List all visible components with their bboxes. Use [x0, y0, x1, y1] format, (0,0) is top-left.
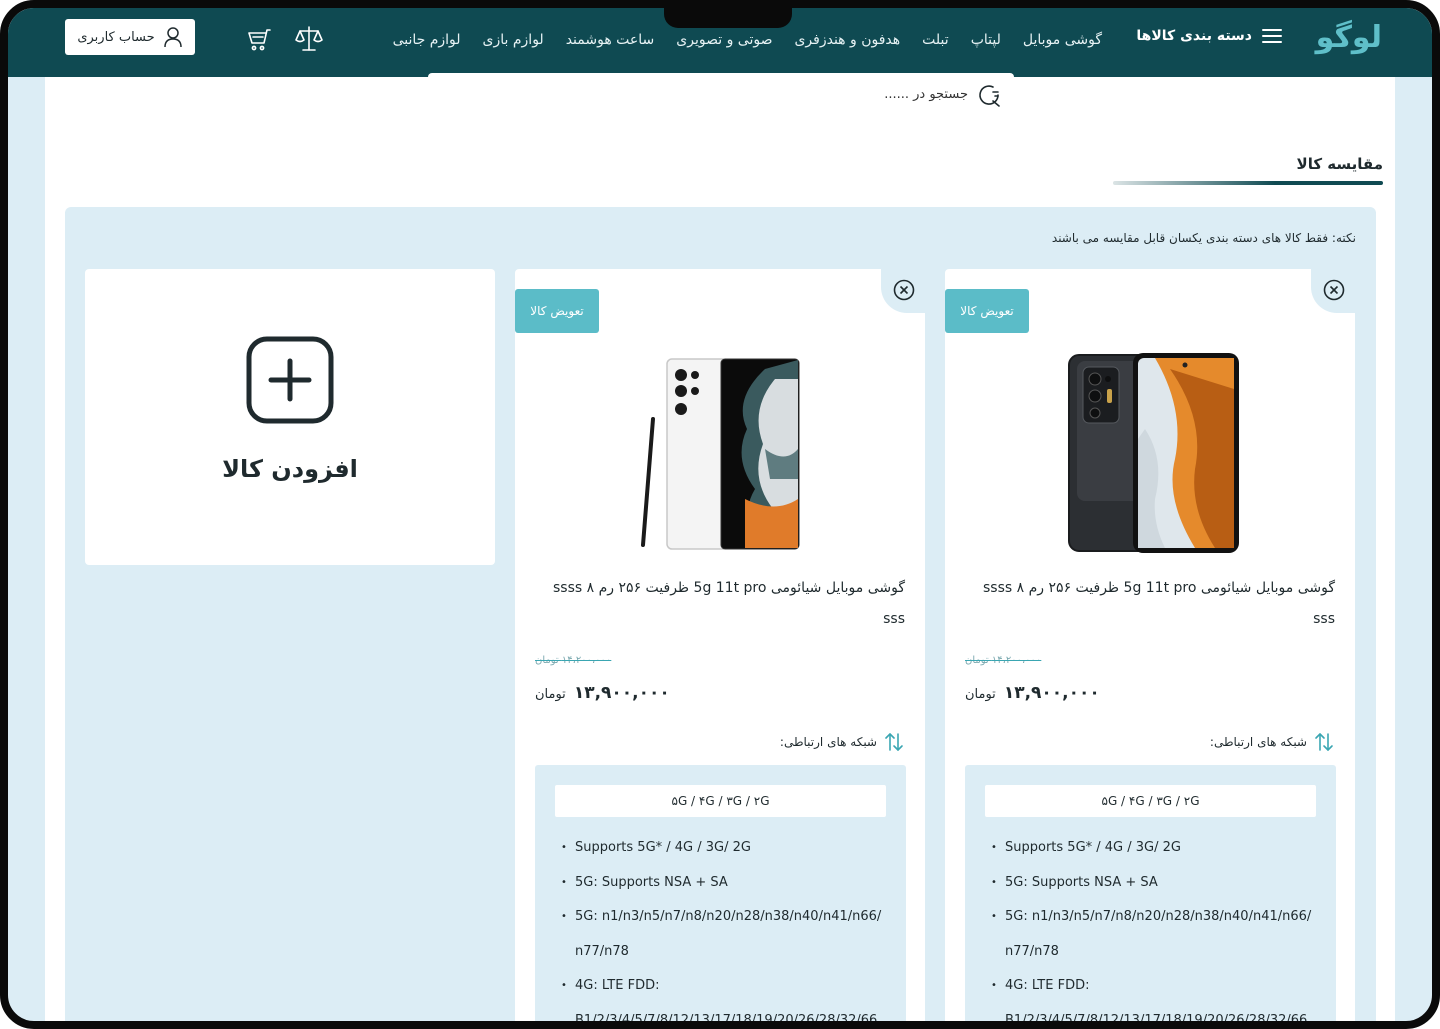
- spec-title: شبکه های ارتباطی:: [779, 735, 877, 749]
- hamburger-icon: [1262, 29, 1282, 43]
- plus-square-icon[interactable]: [245, 335, 335, 425]
- nav-audio-video[interactable]: صوتی و تصویری: [676, 32, 772, 48]
- product-card-1: تعویض کالا گوشی موبایل شیائومی 5g 11t pr…: [945, 269, 1355, 1028]
- nav-laptop[interactable]: لپتاپ: [971, 32, 1001, 48]
- spec-list: Supports 5G* / 4G / 3G/ 2G 5G: Supports …: [561, 831, 881, 1028]
- search-bar: [428, 73, 1014, 116]
- header-icons: [242, 22, 326, 56]
- nav-mobile[interactable]: گوشی موبایل: [1023, 32, 1102, 48]
- nav-accessories[interactable]: لوازم جانبی: [393, 32, 461, 48]
- product-name[interactable]: گوشی موبایل شیائومی 5g 11t pro ظرفیت ۲۵۶…: [535, 573, 905, 635]
- spec-line: Supports 5G* / 4G / 3G/ 2G: [561, 831, 881, 866]
- spec-line: 4G: LTE FDD:: [991, 969, 1311, 1004]
- spec-list: Supports 5G* / 4G / 3G/ 2G 5G: Supports …: [991, 831, 1311, 1028]
- swap-product-button[interactable]: تعویض کالا: [515, 289, 599, 333]
- price-value: ۱۳,۹۰۰,۰۰۰: [1003, 683, 1100, 703]
- old-price: ۱۴،۲۰۰،۰۰۰ تومان: [965, 655, 1042, 666]
- device-frame: لوگو دسته بندی کالاها گوشی موبایل لپتاپ …: [0, 0, 1440, 1029]
- spec-line: n77/n78: [575, 943, 629, 959]
- sort-arrows-icon[interactable]: [1313, 731, 1335, 753]
- close-circle-icon[interactable]: [1323, 279, 1345, 301]
- spec-line: B1/2/3/4/5/7/8/12/13/17/18/19/20/26/28/3…: [575, 1012, 878, 1028]
- spec-heading: شبکه های ارتباطی:: [780, 731, 905, 753]
- spec-line: 5G: n1/n3/n5/n7/n8/n20/n28/n38/n40/n41/n…: [991, 900, 1311, 935]
- add-product-label: افزودن کالا: [222, 455, 358, 483]
- main-nav: گوشی موبایل لپتاپ تبلت هدفون و هندزفری ص…: [393, 32, 1102, 48]
- spec-line: 5G: Supports NSA + SA: [561, 866, 881, 901]
- cart-icon[interactable]: [242, 22, 276, 56]
- spec-line: 4G: LTE FDD:: [561, 969, 881, 1004]
- price-value: ۱۳,۹۰۰,۰۰۰: [573, 683, 670, 703]
- account-button[interactable]: حساب کاربری: [65, 19, 195, 55]
- account-label: حساب کاربری: [77, 29, 155, 45]
- spec-value-tag: ۵G / ۴G / ۳G / ۲G: [555, 785, 886, 817]
- title-underline: [1113, 181, 1383, 185]
- price: ۱۳,۹۰۰,۰۰۰ تومان: [965, 683, 1100, 703]
- search-input[interactable]: [448, 87, 968, 102]
- swap-product-button[interactable]: تعویض کالا: [945, 289, 1029, 333]
- spec-title: شبکه های ارتباطی:: [1209, 735, 1307, 749]
- search-icon[interactable]: [976, 82, 1002, 108]
- compare-panel: نکته: فقط کالا های دسته بندی یکسان قابل …: [65, 207, 1376, 1028]
- nav-gaming[interactable]: لوازم بازی: [483, 32, 544, 48]
- product-image: [1068, 353, 1239, 553]
- product-image: [641, 358, 800, 550]
- page-title: مقایسه کالا: [1296, 155, 1383, 173]
- compare-scale-icon[interactable]: [292, 22, 326, 56]
- spec-line: Supports 5G* / 4G / 3G/ 2G: [991, 831, 1311, 866]
- sort-arrows-icon[interactable]: [883, 731, 905, 753]
- spec-heading: شبکه های ارتباطی:: [1210, 731, 1335, 753]
- add-product-card[interactable]: افزودن کالا: [85, 269, 495, 565]
- spec-box: ۵G / ۴G / ۳G / ۲G Supports 5G* / 4G / 3G…: [965, 765, 1336, 1028]
- categories-label: دسته بندی کالاها: [1136, 28, 1252, 44]
- price-currency: تومان: [965, 687, 996, 702]
- spec-line: B1/2/3/4/5/7/8/12/13/17/18/19/20/26/28/3…: [1005, 1012, 1308, 1028]
- spec-line: 5G: n1/n3/n5/n7/n8/n20/n28/n38/n40/n41/n…: [561, 900, 881, 935]
- price: ۱۳,۹۰۰,۰۰۰ تومان: [535, 683, 670, 703]
- nav-headphones[interactable]: هدفون و هندزفری: [794, 32, 900, 48]
- user-icon: [163, 27, 182, 48]
- old-price: ۱۴،۲۰۰،۰۰۰ تومان: [535, 655, 612, 666]
- close-circle-icon[interactable]: [893, 279, 915, 301]
- spec-line: n77/n78: [1005, 943, 1059, 959]
- spec-box: ۵G / ۴G / ۳G / ۲G Supports 5G* / 4G / 3G…: [535, 765, 906, 1028]
- price-currency: تومان: [535, 687, 566, 702]
- categories-menu[interactable]: دسته بندی کالاها: [1136, 28, 1282, 44]
- page-content: مقایسه کالا نکته: فقط کالا های دسته بندی…: [45, 77, 1395, 1028]
- product-card-2: تعویض کالا گوشی موبایل شیائومی 5g 11t pr…: [515, 269, 925, 1028]
- spec-value-tag: ۵G / ۴G / ۳G / ۲G: [985, 785, 1316, 817]
- nav-smartwatch[interactable]: ساعت هوشمند: [566, 32, 655, 48]
- compare-note: نکته: فقط کالا های دسته بندی یکسان قابل …: [1051, 231, 1356, 245]
- device-notch: [664, 8, 792, 28]
- logo[interactable]: لوگو: [1316, 20, 1382, 55]
- spec-line: 5G: Supports NSA + SA: [991, 866, 1311, 901]
- product-name[interactable]: گوشی موبایل شیائومی 5g 11t pro ظرفیت ۲۵۶…: [965, 573, 1335, 635]
- nav-tablet[interactable]: تبلت: [922, 32, 949, 48]
